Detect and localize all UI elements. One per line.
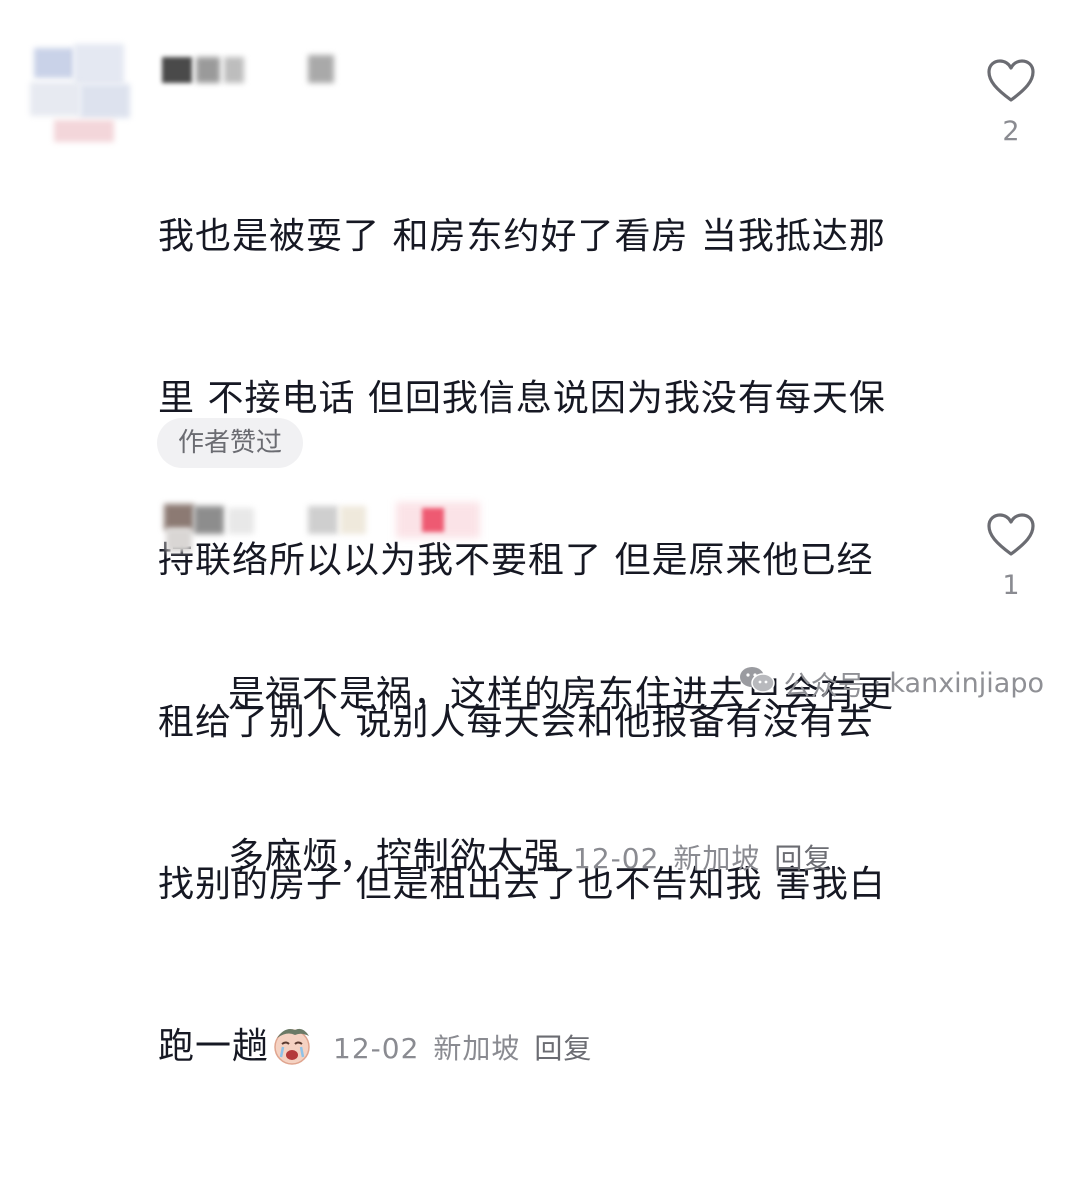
watermark: 公众号 · kanxinjiapo (738, 664, 1044, 703)
crying-face-emoji (271, 1024, 313, 1066)
comment-last-line: 多麻烦，控制欲太强 12-02 新加坡 回复 (228, 830, 948, 886)
comment-line: 我也是被耍了 和房东约好了看房 当我抵达那 (158, 216, 886, 257)
reply-button[interactable]: 回复 (774, 842, 832, 875)
like-count: 2 (1002, 116, 1020, 147)
comment-line: 多麻烦，控制欲太强 (228, 836, 562, 877)
heart-icon[interactable] (976, 58, 1046, 106)
username[interactable] (228, 500, 488, 540)
heart-icon[interactable] (976, 512, 1046, 560)
comment-location: 新加坡 (433, 1032, 521, 1065)
wechat-icon (738, 665, 776, 702)
comment-date: 12-02 (573, 842, 660, 875)
username[interactable] (160, 55, 340, 85)
comment-text: 是福不是祸，这样的房东住进去只会有更 多麻烦，控制欲太强 12-02 新加坡 回复 (228, 560, 948, 994)
author-liked-badge: 作者赞过 (157, 418, 303, 468)
avatar[interactable] (30, 42, 130, 142)
comment-line: 跑一趟 (158, 1026, 270, 1067)
watermark-account: kanxinjiapo (889, 668, 1044, 699)
like-area: 2 (976, 58, 1046, 147)
comment-location: 新加坡 (673, 842, 761, 875)
comment-last-line: 跑一趟 12-02 新加坡 回复 (158, 1020, 938, 1076)
avatar[interactable] (160, 498, 230, 558)
watermark-source: 公众号 (783, 671, 865, 702)
like-count: 1 (1002, 570, 1020, 601)
like-area: 1 (976, 512, 1046, 601)
watermark-separator: · (872, 668, 882, 699)
comment-date: 12-02 (333, 1032, 420, 1065)
reply-button[interactable]: 回复 (534, 1032, 592, 1065)
